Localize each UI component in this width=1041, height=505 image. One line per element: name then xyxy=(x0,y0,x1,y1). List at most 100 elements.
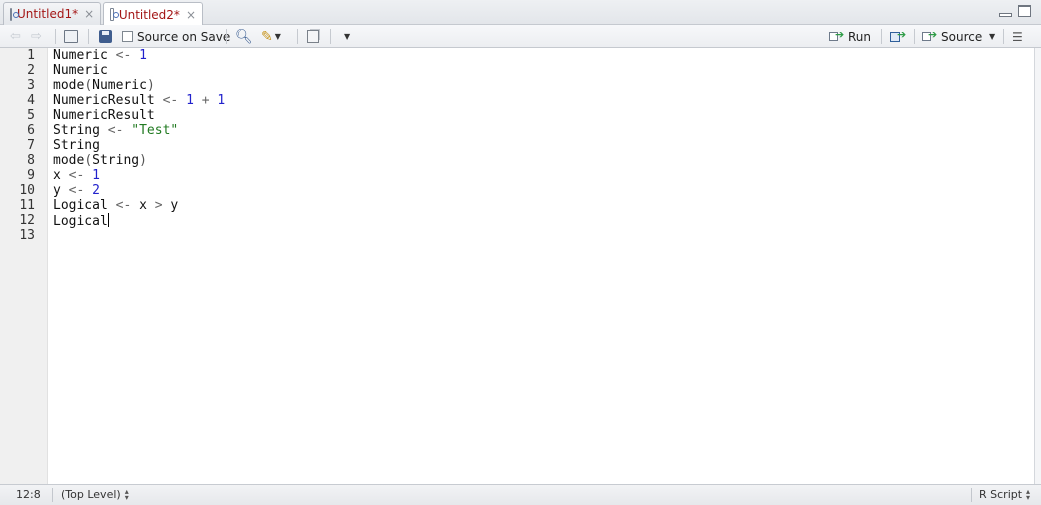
code-token: <- xyxy=(68,168,85,183)
vertical-scrollbar[interactable] xyxy=(1035,48,1041,484)
code-token: 1 xyxy=(92,168,100,183)
code-line[interactable]: mode(Numeric) xyxy=(53,78,155,93)
run-label: Run xyxy=(848,29,872,44)
code-line[interactable]: Numeric <- 1 xyxy=(53,48,147,63)
code-token: String xyxy=(92,153,140,168)
code-token: 1 xyxy=(217,93,226,108)
show-in-window-icon xyxy=(64,30,78,43)
source-on-save-label: Source on Save xyxy=(137,29,231,44)
line-number-gutter: 1 2 3 4 5 6 7 8 9 10 11 12 13 xyxy=(0,48,48,484)
code-line[interactable]: NumericResult xyxy=(53,108,155,123)
line-number: 2 xyxy=(27,63,35,78)
save-button[interactable] xyxy=(99,28,112,45)
cursor-position-text: 12:8 xyxy=(16,488,41,501)
code-token: Numeric xyxy=(53,48,116,63)
toolbar-divider xyxy=(881,29,882,44)
line-number: 7 xyxy=(27,138,35,153)
find-replace-button[interactable]: 🔍︎ xyxy=(235,28,253,45)
code-token: x xyxy=(131,198,155,213)
source-options-dropdown[interactable]: ▼ xyxy=(987,28,995,45)
run-icon xyxy=(829,28,845,42)
document-outline-button[interactable]: ☰ xyxy=(1012,28,1023,45)
show-in-new-window-button[interactable] xyxy=(64,28,78,45)
source-button[interactable]: Source xyxy=(922,28,982,45)
toolbar-divider xyxy=(1003,29,1004,44)
maximize-icon[interactable] xyxy=(1018,5,1031,17)
code-token: + xyxy=(201,93,210,108)
code-token: <- xyxy=(107,123,124,138)
close-icon[interactable]: × xyxy=(186,8,196,22)
code-line[interactable]: x <- 1 xyxy=(53,168,100,183)
code-token: 1 xyxy=(186,93,194,108)
code-token: <- xyxy=(68,183,85,198)
scope-label: (Top Level) xyxy=(61,488,121,501)
tab-label: Untitled2* xyxy=(118,7,180,22)
code-line[interactable]: mode(String) xyxy=(53,153,147,168)
code-line[interactable]: String xyxy=(53,138,100,153)
more-options-dropdown[interactable]: ▼ xyxy=(342,28,350,45)
code-token: ) xyxy=(139,153,147,168)
status-divider xyxy=(971,488,972,502)
source-on-save-toggle[interactable]: Source on Save xyxy=(122,28,230,45)
back-button[interactable]: ⇦ xyxy=(10,28,21,45)
forward-button[interactable]: ⇨ xyxy=(31,28,42,45)
line-number: 13 xyxy=(19,228,35,243)
cursor-position: 12:8 xyxy=(16,488,41,501)
line-number: 10 xyxy=(19,183,35,198)
up-down-icon: ▴ ▾ xyxy=(124,486,129,502)
code-line[interactable]: Numeric xyxy=(53,63,108,78)
close-icon[interactable]: × xyxy=(84,7,94,21)
source-on-save-checkbox[interactable] xyxy=(122,31,133,42)
line-number: 8 xyxy=(27,153,35,168)
code-token: NumericResult xyxy=(53,108,155,123)
code-line[interactable]: Logical <- x > y xyxy=(53,198,178,213)
code-token: Numeric xyxy=(53,63,108,78)
code-line[interactable]: NumericResult <- 1 + 1 xyxy=(53,93,225,108)
toolbar-divider xyxy=(55,29,56,44)
line-number: 6 xyxy=(27,123,35,138)
code-line[interactable]: Logical xyxy=(53,213,109,229)
line-number: 3 xyxy=(27,78,35,93)
code-token: Logical xyxy=(53,214,108,229)
code-token: "Test" xyxy=(131,123,179,138)
code-token: NumericResult xyxy=(53,93,163,108)
tab-untitled1[interactable]: Untitled1* × xyxy=(3,2,101,25)
toolbar-divider xyxy=(226,29,227,44)
code-line[interactable]: String <- "Test" xyxy=(53,123,178,138)
compile-notebook-icon xyxy=(307,30,319,43)
code-line[interactable]: y <- 2 xyxy=(53,183,100,198)
chevron-down-icon: ▼ xyxy=(274,32,281,41)
code-token: String xyxy=(53,138,100,153)
code-editor[interactable]: 1 2 3 4 5 6 7 8 9 10 11 12 13 Numeric <- 1 Numeric mod… xyxy=(0,48,1035,484)
source-label: Source xyxy=(941,29,983,44)
tab-untitled2[interactable]: Untitled2* × xyxy=(103,2,203,26)
run-button[interactable]: Run xyxy=(829,28,871,45)
search-icon: 🔍︎ xyxy=(235,28,253,45)
minimize-icon[interactable] xyxy=(999,13,1012,17)
source-icon xyxy=(922,28,938,42)
rerun-icon xyxy=(890,28,908,43)
forward-arrow-icon: ⇨ xyxy=(31,29,42,44)
window-controls xyxy=(999,5,1031,17)
scope-selector[interactable]: (Top Level) ▴ ▾ xyxy=(61,486,129,502)
code-token: y xyxy=(53,183,69,198)
line-number: 5 xyxy=(27,108,35,123)
rerun-button[interactable] xyxy=(890,28,908,45)
compile-notebook-button[interactable] xyxy=(307,28,319,45)
code-tools-button[interactable]: ✎ ▼ xyxy=(261,28,281,45)
code-token: 1 xyxy=(139,48,147,63)
tab-bar: Untitled1* × Untitled2* × xyxy=(0,0,1041,26)
code-token: mode xyxy=(53,78,85,93)
text-cursor xyxy=(107,213,109,227)
r-document-icon xyxy=(110,8,119,21)
code-token: <- xyxy=(162,93,179,108)
code-token: ) xyxy=(146,78,155,93)
line-number: 12 xyxy=(19,213,35,228)
file-type-selector[interactable]: R Script ▴ ▾ xyxy=(979,487,1030,501)
status-divider xyxy=(52,488,53,502)
